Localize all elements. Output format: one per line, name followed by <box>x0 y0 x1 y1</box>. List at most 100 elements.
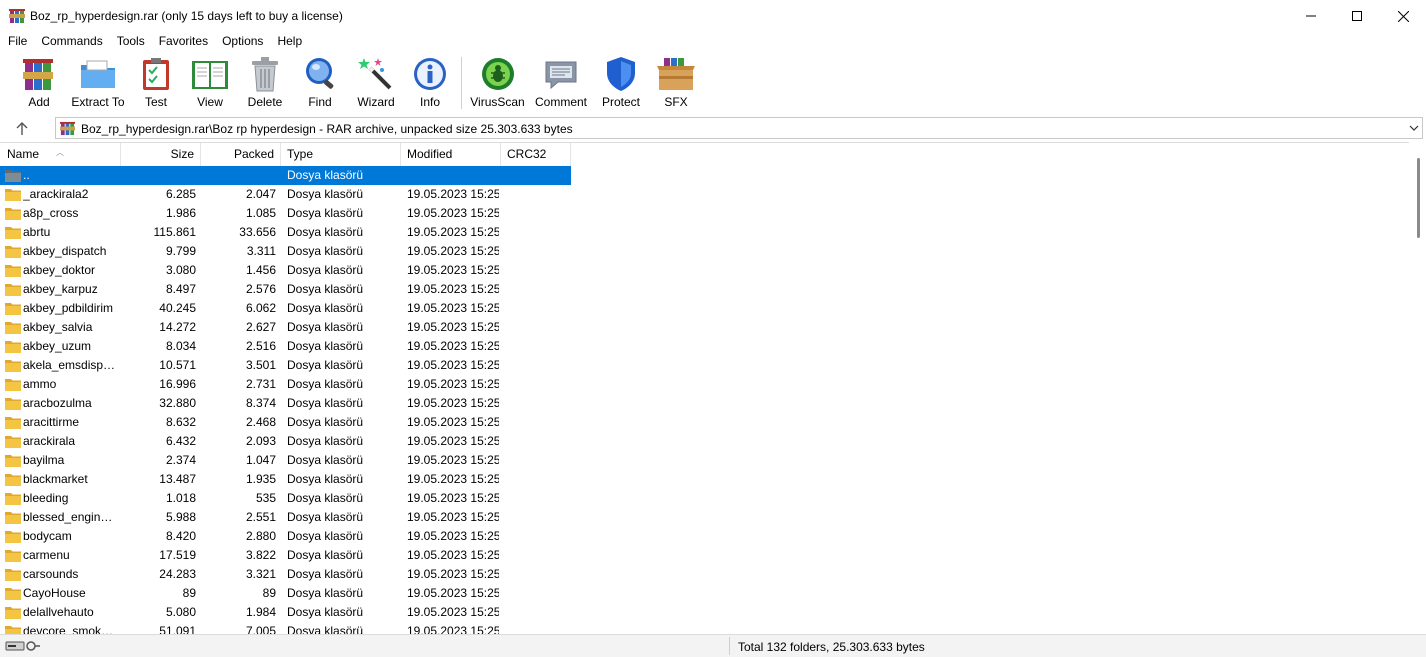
file-name: delallvehauto <box>23 605 94 619</box>
status-separator <box>729 637 730 655</box>
info-button[interactable]: Info <box>410 54 450 112</box>
sfx-button[interactable]: SFX <box>655 54 697 112</box>
file-type: Dosya klasörü <box>287 605 364 619</box>
folder-icon <box>5 341 21 353</box>
file-type: Dosya klasörü <box>287 263 364 277</box>
menu-options[interactable]: Options <box>215 32 270 51</box>
column-modified[interactable]: Modified <box>401 143 501 166</box>
table-row[interactable]: arackirala 6.432 2.093 Dosya klasörü 19.05.2… <box>0 432 571 451</box>
file-size: 40.245 <box>159 301 196 315</box>
folder-icon <box>5 436 21 448</box>
column-name[interactable]: Name ︿ <box>0 143 121 166</box>
column-size[interactable]: Size <box>121 143 201 166</box>
test-button[interactable]: Test <box>136 54 176 112</box>
chevron-down-icon[interactable] <box>1409 122 1419 134</box>
column-name-label: Name <box>7 147 40 161</box>
file-name: a8p_cross <box>23 206 79 220</box>
menu-tools[interactable]: Tools <box>110 32 152 51</box>
table-row[interactable]: blackmarket 13.487 1.935 Dosya klasörü 19.05… <box>0 470 571 489</box>
table-row[interactable]: akbey_dispatch 9.799 3.311 Dosya klasörü 19.… <box>0 242 571 261</box>
table-row[interactable]: aracittirme 8.632 2.468 Dosya klasörü 19.05.… <box>0 413 571 432</box>
column-packed[interactable]: Packed <box>201 143 281 166</box>
vertical-scrollbar[interactable] <box>1409 142 1426 634</box>
file-crc32 <box>507 337 567 356</box>
table-row[interactable]: ammo 16.996 2.731 Dosya klasörü 19.05.2023 1… <box>0 375 571 394</box>
table-row[interactable]: devcore_smokev2 51.091 7.005 Dosya klasörü 1… <box>0 622 571 634</box>
file-type: Dosya klasörü <box>287 301 364 315</box>
folder-icon <box>5 227 21 239</box>
file-packed: 1.984 <box>245 605 276 619</box>
column-type[interactable]: Type <box>281 143 401 166</box>
table-row[interactable]: _arackirala2 6.285 2.047 Dosya klasörü 19.05… <box>0 185 571 204</box>
table-row[interactable]: akbey_doktor 3.080 1.456 Dosya klasörü 19.05… <box>0 261 571 280</box>
extract-to-button[interactable]: Extract To <box>70 54 126 112</box>
folder-icon <box>5 569 21 581</box>
file-modified: 19.05.2023 15:25 <box>407 377 499 391</box>
folder-icon <box>5 455 21 467</box>
delete-button[interactable]: Delete <box>245 54 285 112</box>
file-size: 6.432 <box>165 434 196 448</box>
table-row[interactable]: .. Dosya klasörü <box>0 166 571 185</box>
address-bar[interactable]: Boz_rp_hyperdesign.rar\Boz rp hyperdesig… <box>55 117 1423 139</box>
add-label: Add <box>28 95 50 109</box>
file-name: blackmarket <box>23 472 88 486</box>
extract-to-label: Extract To <box>71 95 125 109</box>
table-row[interactable]: carmenu 17.519 3.822 Dosya klasörü 19.05.202… <box>0 546 571 565</box>
virusscan-button[interactable]: VirusScan <box>470 54 525 112</box>
menu-file[interactable]: File <box>0 32 34 51</box>
file-type: Dosya klasörü <box>287 510 364 524</box>
table-row[interactable]: akbey_salvia 14.272 2.627 Dosya klasörü 19.0… <box>0 318 571 337</box>
file-packed: 3.501 <box>245 358 276 372</box>
file-packed: 3.822 <box>245 548 276 562</box>
file-size: 5.988 <box>165 510 196 524</box>
table-row[interactable]: bodycam 8.420 2.880 Dosya klasörü 19.05.2023… <box>0 527 571 546</box>
file-name: aracittirme <box>23 415 80 429</box>
folder-icon <box>5 360 21 372</box>
file-modified <box>407 166 499 185</box>
table-row[interactable]: bleeding 1.018 535 Dosya klasörü 19.05.2023 … <box>0 489 571 508</box>
table-row[interactable]: aracbozulma 32.880 8.374 Dosya klasörü 19.05… <box>0 394 571 413</box>
column-crc32[interactable]: CRC32 <box>501 143 571 166</box>
folder-icon <box>5 417 21 429</box>
table-row[interactable]: akbey_karpuz 8.497 2.576 Dosya klasörü 19.05… <box>0 280 571 299</box>
wizard-button[interactable]: Wizard <box>356 54 396 112</box>
table-row[interactable]: blessed_engines... 5.988 2.551 Dosya klasör… <box>0 508 571 527</box>
file-size: 8.420 <box>165 529 196 543</box>
comment-button[interactable]: Comment <box>533 54 589 112</box>
up-folder-button[interactable] <box>8 118 36 138</box>
file-packed: 3.311 <box>246 244 276 258</box>
table-row[interactable]: akela_emsdispat... 10.571 3.501 Dosya klasö… <box>0 356 571 375</box>
file-crc32 <box>507 223 567 242</box>
table-row[interactable]: CayoHouse 89 89 Dosya klasörü 19.05.2023 15:… <box>0 584 571 603</box>
maximize-button[interactable] <box>1334 0 1380 32</box>
view-button[interactable]: View <box>189 54 231 112</box>
menu-help[interactable]: Help <box>270 32 309 51</box>
file-crc32 <box>507 622 567 634</box>
title-bar: Boz_rp_hyperdesign.rar (only 15 days lef… <box>0 0 1426 32</box>
table-row[interactable]: akbey_pdbildirim 40.245 6.062 Dosya klasörü… <box>0 299 571 318</box>
table-row[interactable]: a8p_cross 1.986 1.085 Dosya klasörü 19.05.20… <box>0 204 571 223</box>
file-size <box>120 166 196 185</box>
file-type: Dosya klasörü <box>287 567 364 581</box>
scrollbar-thumb[interactable] <box>1417 158 1420 238</box>
file-packed: 2.880 <box>245 529 276 543</box>
minimize-button[interactable] <box>1288 0 1334 32</box>
file-modified: 19.05.2023 15:25 <box>407 453 499 467</box>
find-button[interactable]: Find <box>300 54 340 112</box>
table-row[interactable]: delallvehauto 5.080 1.984 Dosya klasörü 19.0… <box>0 603 571 622</box>
file-size: 17.519 <box>159 548 196 562</box>
file-size: 5.080 <box>165 605 196 619</box>
file-crc32 <box>507 204 567 223</box>
close-button[interactable] <box>1380 0 1426 32</box>
add-button[interactable]: Add <box>19 54 59 112</box>
file-name: aracbozulma <box>23 396 92 410</box>
menu-favorites[interactable]: Favorites <box>152 32 215 51</box>
file-type: Dosya klasörü <box>287 244 364 258</box>
parent-folder-icon <box>5 170 21 182</box>
table-row[interactable]: carsounds 24.283 3.321 Dosya klasörü 19.05.2… <box>0 565 571 584</box>
table-row[interactable]: bayilma 2.374 1.047 Dosya klasörü 19.05.2023… <box>0 451 571 470</box>
protect-button[interactable]: Protect <box>600 54 642 112</box>
table-row[interactable]: akbey_uzum 8.034 2.516 Dosya klasörü 19.05.2… <box>0 337 571 356</box>
menu-commands[interactable]: Commands <box>34 32 109 51</box>
table-row[interactable]: abrtu 115.861 33.656 Dosya klasörü 19.05.202… <box>0 223 571 242</box>
